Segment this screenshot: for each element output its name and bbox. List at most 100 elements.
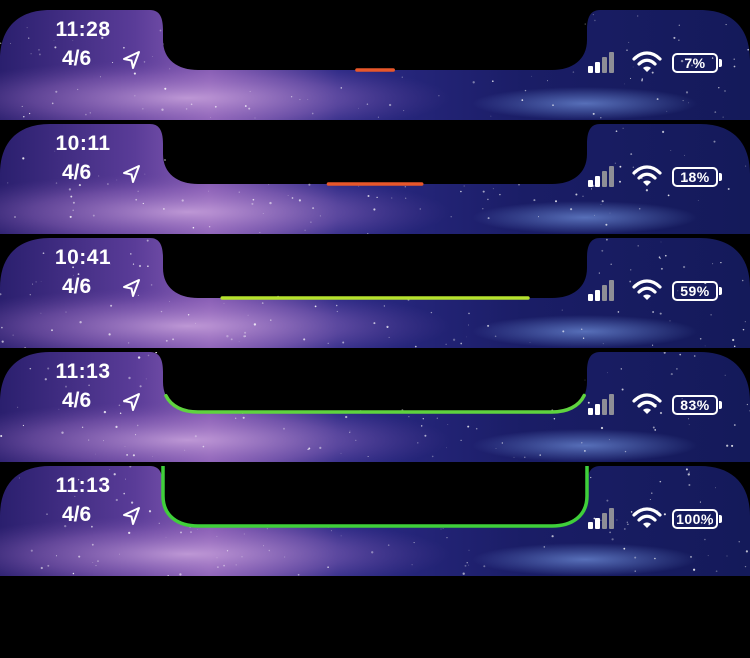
star-dot xyxy=(722,116,724,118)
star-dot xyxy=(693,355,696,357)
star-dot xyxy=(584,379,586,381)
star-dot xyxy=(307,99,309,101)
star-dot xyxy=(65,311,67,313)
star-dot xyxy=(605,223,608,226)
star-dot xyxy=(47,564,50,567)
star-dot xyxy=(270,319,272,321)
star-dot xyxy=(0,42,2,44)
star-dot xyxy=(303,338,306,341)
star-dot xyxy=(330,530,332,532)
star-dot xyxy=(446,537,448,539)
star-dot xyxy=(468,324,469,326)
cellular-signal-icon xyxy=(588,52,614,73)
star-dot xyxy=(687,418,690,420)
star-dot xyxy=(349,430,351,432)
star-dot xyxy=(169,68,171,70)
star-dot xyxy=(85,113,87,116)
star-dot xyxy=(487,217,490,220)
location-arrow-icon xyxy=(123,507,140,525)
star-dot xyxy=(663,513,666,516)
star-dot xyxy=(214,105,217,108)
star-dot xyxy=(652,344,654,346)
star-dot xyxy=(242,416,245,419)
star-dot xyxy=(254,117,256,119)
star-dot xyxy=(335,304,338,307)
star-dot xyxy=(55,182,58,184)
star-dot xyxy=(436,417,438,419)
star-dot xyxy=(29,367,32,370)
star-dot xyxy=(51,329,53,332)
star-dot xyxy=(422,418,424,420)
star-dot xyxy=(110,304,113,307)
star-dot xyxy=(287,195,289,197)
star-dot xyxy=(327,342,329,344)
star-dot xyxy=(640,79,644,82)
star-dot xyxy=(690,555,692,558)
status-bar-strip: 10:41 4/6 59% xyxy=(0,238,750,348)
star-dot xyxy=(238,191,240,193)
star-dot xyxy=(70,195,73,198)
star-dot xyxy=(216,557,218,559)
star-dot xyxy=(660,241,662,243)
star-dot xyxy=(185,108,188,110)
star-dot xyxy=(685,468,688,471)
battery-cap xyxy=(719,287,722,295)
star-dot xyxy=(10,43,12,45)
star-dot xyxy=(131,501,134,504)
star-dot xyxy=(79,321,82,324)
star-dot xyxy=(261,302,264,304)
battery-icon: 100% xyxy=(672,509,718,529)
star-dot xyxy=(269,201,272,205)
location-arrow-icon xyxy=(123,393,140,411)
status-bar-strip: 11:13 4/6 83% xyxy=(0,352,750,462)
star-dot xyxy=(130,253,132,255)
star-dot xyxy=(620,368,622,370)
star-dot xyxy=(128,376,131,380)
star-dot xyxy=(440,528,442,530)
star-dot xyxy=(610,263,612,266)
star-dot xyxy=(561,309,563,311)
star-dot xyxy=(626,521,628,523)
star-dot xyxy=(103,440,104,442)
star-dot xyxy=(688,484,691,486)
star-dot xyxy=(69,215,72,218)
star-dot xyxy=(656,98,659,101)
star-dot xyxy=(124,446,126,447)
star-dot xyxy=(424,434,427,437)
star-dot xyxy=(1,340,4,343)
star-dot xyxy=(132,454,135,457)
star-dot xyxy=(609,212,611,214)
star-dot xyxy=(142,108,144,110)
battery-cap xyxy=(719,59,722,67)
star-dot xyxy=(249,91,251,92)
star-dot xyxy=(388,103,392,107)
star-dot xyxy=(413,542,415,544)
progress-indicator-line xyxy=(161,124,589,186)
star-dot xyxy=(299,98,301,101)
star-dot xyxy=(666,110,668,112)
date-label: 4/6 xyxy=(62,275,92,298)
star-dot xyxy=(712,263,714,265)
star-dot xyxy=(692,568,696,571)
star-dot xyxy=(460,342,463,345)
star-dot xyxy=(582,195,584,197)
star-dot xyxy=(358,107,359,109)
star-dot xyxy=(405,197,407,199)
star-dot xyxy=(223,564,225,567)
star-dot xyxy=(159,29,162,32)
star-dot xyxy=(97,560,99,562)
star-dot xyxy=(61,431,64,434)
star-dot xyxy=(137,190,139,192)
star-dot xyxy=(91,543,94,546)
star-dot xyxy=(340,535,342,537)
star-dot xyxy=(592,14,594,16)
star-dot xyxy=(259,232,261,234)
star-dot xyxy=(634,570,636,572)
star-dot xyxy=(72,209,74,212)
battery-percent: 100% xyxy=(676,511,714,527)
star-dot xyxy=(23,116,25,118)
star-dot xyxy=(704,538,706,541)
star-dot xyxy=(592,112,595,115)
star-dot xyxy=(164,159,166,161)
star-dot xyxy=(584,23,586,25)
